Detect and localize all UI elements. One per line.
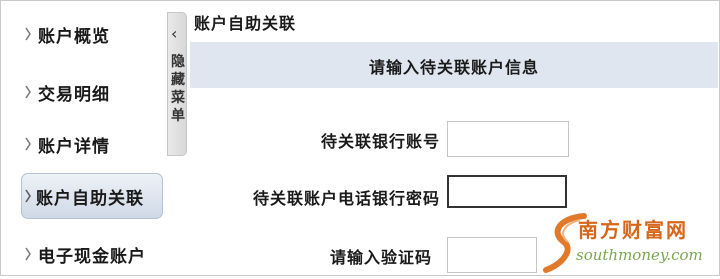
sidebar-item-label: 账户自助关联 <box>36 188 144 209</box>
sidebar-item-account-self-link[interactable]: 账户自助关联 <box>21 173 163 219</box>
hide-menu-label: 隐藏菜单 <box>171 54 185 124</box>
watermark-title: 南方财富网 <box>578 218 688 242</box>
captcha-input[interactable] <box>447 237 537 273</box>
watermark-url: southmoney.com <box>576 246 703 264</box>
triangle-right-icon <box>25 247 31 261</box>
sidebar-item-transaction-details[interactable]: 交易明细 <box>1 67 167 117</box>
sidebar-item-e-cash-account[interactable]: 电子现金账户 <box>1 229 167 279</box>
sidebar-item-label: 交易明细 <box>38 84 110 105</box>
section-title: 请输入待关联账户信息 <box>368 58 539 77</box>
bank-account-input[interactable] <box>447 121 569 157</box>
chevron-left-icon: ‹ <box>171 24 178 43</box>
sidebar-item-label: 账户概览 <box>38 26 110 47</box>
southmoney-watermark: 南方财富网 southmoney.com <box>540 212 716 274</box>
sidebar-item-account-details[interactable]: 账户详情 <box>1 119 167 169</box>
sidebar-menu: 账户概览 交易明细 账户详情 账户自助关联 电子现金账户 <box>1 1 167 274</box>
sidebar-item-label: 账户详情 <box>38 136 110 157</box>
sidebar-item-account-overview[interactable]: 账户概览 <box>1 9 167 59</box>
triangle-right-icon <box>25 27 31 41</box>
sidebar-item-label: 电子现金账户 <box>38 246 146 267</box>
phone-bank-password-label: 待关联账户电话银行密码 <box>252 189 440 208</box>
section-header: 请输入待关联账户信息 <box>190 42 718 88</box>
bank-account-label: 待关联银行账号 <box>320 132 440 151</box>
triangle-right-icon <box>25 85 31 99</box>
triangle-right-icon <box>25 189 31 203</box>
phone-bank-password-input[interactable] <box>447 175 567 208</box>
triangle-right-icon <box>25 137 31 151</box>
hide-menu-toggle[interactable]: ‹ 隐藏菜单 <box>167 12 187 156</box>
page-title: 账户自助关联 <box>194 14 297 33</box>
captcha-label: 请输入验证码 <box>329 248 432 267</box>
